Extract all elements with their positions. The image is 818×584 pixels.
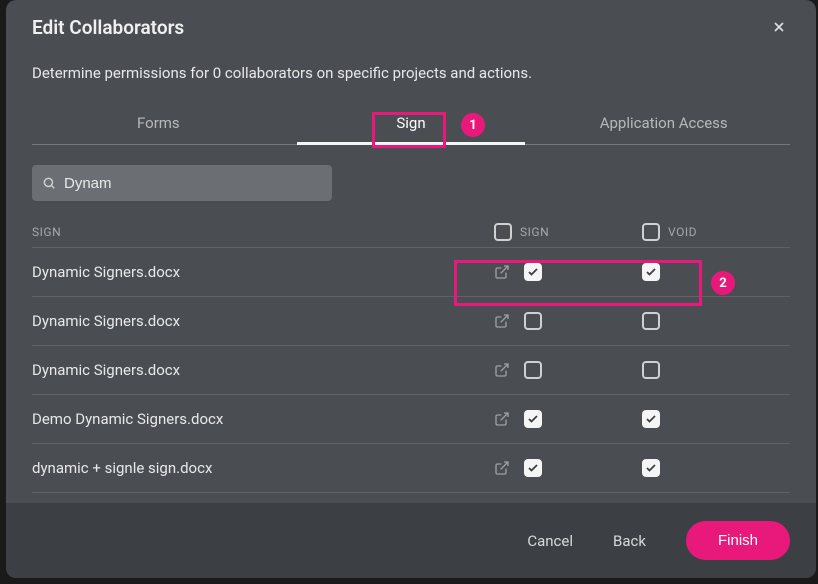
document-name: Demo Dynamic Signers.docx	[32, 410, 494, 428]
void-cell	[642, 459, 790, 477]
open-external-icon	[494, 313, 510, 329]
void-checkbox[interactable]	[642, 410, 660, 428]
column-header-void: VOID	[642, 223, 790, 241]
sign-checkbox[interactable]	[524, 459, 542, 477]
table-row: Dynamic Signers.docx	[32, 346, 790, 395]
select-all-sign-checkbox[interactable]	[494, 223, 512, 241]
search-icon	[42, 176, 56, 190]
search-container	[32, 165, 790, 201]
search-input[interactable]	[64, 175, 322, 192]
sign-checkbox[interactable]	[524, 361, 542, 379]
column-header-void-label: VOID	[668, 225, 697, 239]
sign-cell	[494, 361, 642, 379]
void-cell	[642, 410, 790, 428]
document-name: Dynamic Signers.docx	[32, 263, 494, 281]
document-name: Dynamic Signers.docx	[32, 312, 494, 330]
modal-title: Edit Collaborators	[32, 16, 184, 39]
sign-cell	[494, 459, 642, 477]
column-header-sign: SIGN	[494, 223, 642, 241]
void-cell	[642, 361, 790, 379]
void-checkbox[interactable]	[642, 263, 660, 281]
document-name: dynamic + signle sign.docx	[32, 459, 494, 477]
modal-header: Edit Collaborators	[6, 0, 816, 44]
table-row: dynamic + signle sign.docx	[32, 444, 790, 493]
sign-checkbox[interactable]	[524, 312, 542, 330]
open-external-icon	[494, 362, 510, 378]
void-checkbox[interactable]	[642, 459, 660, 477]
column-header-name: SIGN	[32, 225, 494, 239]
tab-application-access[interactable]: Application Access	[537, 104, 790, 144]
finish-button[interactable]: Finish	[686, 521, 790, 560]
modal-description: Determine permissions for 0 collaborator…	[32, 64, 790, 82]
close-button[interactable]	[766, 14, 792, 40]
column-header-sign-label: SIGN	[520, 225, 549, 239]
sign-cell	[494, 263, 642, 281]
table-row: Dynamic Signers.docx	[32, 297, 790, 346]
tabs: Forms Sign Application Access	[32, 104, 790, 145]
sign-cell	[494, 410, 642, 428]
open-external-icon	[494, 460, 510, 476]
open-external-icon	[494, 411, 510, 427]
table-header: SIGN SIGN VOID	[32, 217, 790, 248]
sign-checkbox[interactable]	[524, 263, 542, 281]
void-cell	[642, 263, 790, 281]
document-name: Dynamic Signers.docx	[32, 361, 494, 379]
sign-cell	[494, 312, 642, 330]
documents-table: SIGN SIGN VOID Dynamic Signers.docx Dynam…	[32, 217, 790, 503]
table-row: Demo Dynamic Signers.docx	[32, 395, 790, 444]
edit-collaborators-modal: Edit Collaborators Determine permissions…	[6, 0, 816, 578]
void-checkbox[interactable]	[642, 312, 660, 330]
back-button[interactable]: Back	[613, 532, 646, 550]
close-icon	[771, 19, 787, 35]
modal-footer: Cancel Back Finish	[6, 503, 816, 578]
tab-forms[interactable]: Forms	[32, 104, 285, 144]
search-box	[32, 165, 332, 201]
modal-body: Determine permissions for 0 collaborator…	[6, 44, 816, 503]
sign-checkbox[interactable]	[524, 410, 542, 428]
void-checkbox[interactable]	[642, 361, 660, 379]
tab-sign[interactable]: Sign	[285, 104, 538, 144]
select-all-void-checkbox[interactable]	[642, 223, 660, 241]
void-cell	[642, 312, 790, 330]
table-row: Dynamic Signers.docx	[32, 248, 790, 297]
cancel-button[interactable]: Cancel	[527, 532, 573, 550]
open-external-icon	[494, 264, 510, 280]
